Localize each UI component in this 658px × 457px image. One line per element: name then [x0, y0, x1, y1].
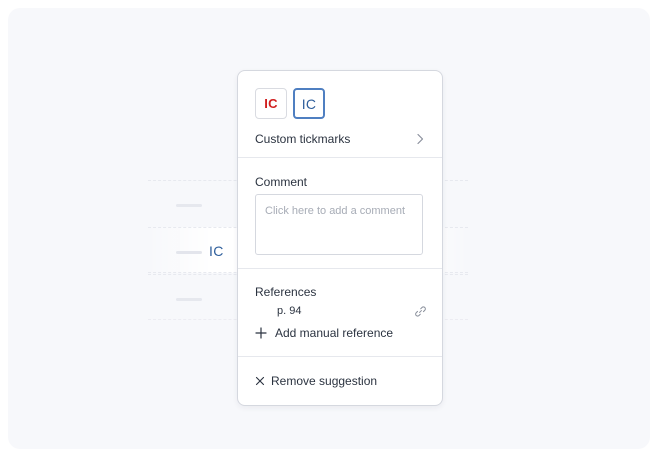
placeholder-dash [176, 298, 202, 301]
tickmark-popover: IC IC Custom tickmarks Comment Reference… [237, 70, 443, 406]
references-section: References p. 94 Add manual reference [238, 269, 442, 357]
tickmark-blue-button-selected[interactable]: IC [293, 88, 325, 119]
reference-page[interactable]: p. 94 [277, 305, 301, 317]
custom-tickmarks-link[interactable]: Custom tickmarks [255, 130, 427, 148]
add-manual-reference-button[interactable]: Add manual reference [255, 326, 393, 340]
reference-item: p. 94 [255, 303, 427, 319]
chevron-right-icon [417, 133, 424, 145]
placeholder-dash [176, 204, 202, 207]
comment-section: Comment [238, 158, 442, 269]
comment-title: Comment [255, 175, 308, 189]
references-title: References [255, 285, 317, 299]
custom-tickmarks-label: Custom tickmarks [255, 132, 351, 146]
remove-suggestion-button[interactable]: Remove suggestion [255, 374, 377, 388]
row-tickmark-code: IC [209, 243, 224, 259]
remove-suggestion-label: Remove suggestion [271, 374, 378, 388]
link-icon[interactable] [414, 305, 427, 318]
tickmarks-section: IC IC Custom tickmarks [238, 71, 442, 158]
add-manual-reference-label: Add manual reference [275, 326, 394, 340]
remove-section: Remove suggestion [238, 357, 442, 406]
comment-input[interactable] [255, 194, 423, 255]
plus-icon [255, 327, 267, 339]
close-icon [255, 376, 265, 386]
tickmark-red-button[interactable]: IC [255, 88, 287, 119]
placeholder-dash [176, 251, 202, 254]
